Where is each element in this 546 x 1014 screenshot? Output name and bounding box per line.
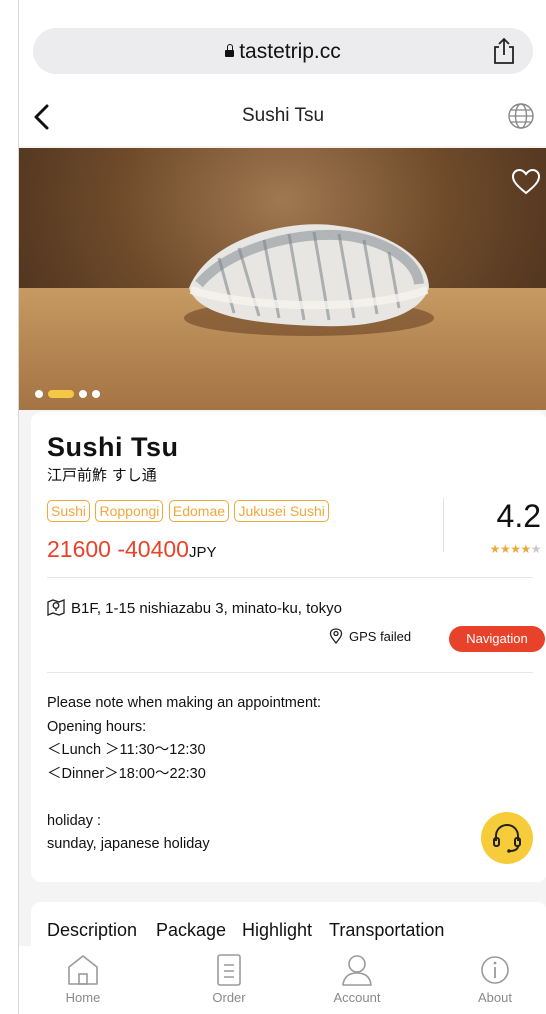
rating-score: 4.2 (496, 498, 541, 534)
info-line: ＜Dinner＞18:00〜22:30 (47, 765, 206, 782)
price-range: 21600 -40400JPY (47, 536, 216, 563)
page-title: Sushi Tsu (241, 105, 325, 126)
browser-toolbar: tastetrip.cc (19, 0, 546, 88)
carousel-dot[interactable] (79, 390, 87, 398)
carousel-dot-active[interactable] (48, 390, 74, 398)
star-filled-icon: ★ (520, 542, 531, 556)
star-filled-icon: ★ (510, 542, 521, 556)
tag-sushi[interactable]: Sushi (47, 500, 91, 522)
navigation-button[interactable]: Navigation (449, 626, 545, 652)
tag-list: Sushi Roppongi Edomae Jukusei Sushi (47, 500, 330, 522)
carousel-dot[interactable] (92, 390, 100, 398)
tag-roppongi[interactable]: Roppongi (95, 500, 164, 522)
price-currency: JPY (188, 544, 217, 561)
tab-package[interactable]: Package (156, 920, 226, 941)
rating-divider (443, 498, 444, 552)
info-line: sunday, japanese holiday (47, 836, 210, 852)
nav-account-label: Account (333, 990, 381, 1005)
address-text: B1F, 1-15 nishiazabu 3, minato-ku, tokyo (71, 600, 342, 617)
tab-description[interactable]: Description (47, 920, 137, 941)
restaurant-detail-card: Sushi Tsu 江戸前鮓 すし通 Sushi Roppongi Edomae… (31, 412, 546, 882)
page-header: Sushi Tsu (19, 88, 546, 146)
globe-icon[interactable] (507, 102, 535, 130)
carousel-dot[interactable] (35, 390, 43, 398)
order-icon (217, 954, 241, 986)
phone-screen: tastetrip.cc Sushi Tsu Sushi Tsu 江戸前鮓 すし… (18, 0, 546, 1014)
location-icon (329, 628, 343, 645)
hero-image-carousel[interactable] (19, 148, 546, 410)
info-line: holiday : (47, 812, 102, 829)
url-text: tastetrip.cc (239, 40, 341, 63)
info-line: ＜Lunch ＞11:30〜12:30 (47, 742, 206, 758)
nav-home-label: Home (65, 990, 101, 1005)
nav-home[interactable]: Home (43, 952, 123, 1005)
tab-transportation[interactable]: Transportation (329, 920, 444, 941)
favorite-heart-icon[interactable] (511, 168, 541, 196)
restaurant-name: Sushi Tsu (47, 432, 179, 462)
nav-about[interactable]: About (455, 952, 535, 1005)
tag-edomae[interactable]: Edomae (168, 500, 230, 522)
share-icon[interactable] (491, 37, 517, 65)
carousel-indicator (35, 390, 105, 398)
address-row[interactable]: B1F, 1-15 nishiazabu 3, minato-ku, tokyo (47, 598, 342, 617)
info-line: Opening hours: (47, 718, 147, 735)
info-line: Please note when making an appointment: (47, 695, 322, 711)
map-pin-icon (47, 599, 65, 616)
restaurant-native-name: 江戸前鮓 すし通 (47, 466, 157, 484)
lock-icon (225, 44, 235, 57)
nav-order-label: Order (212, 990, 246, 1005)
nav-order[interactable]: Order (189, 952, 269, 1005)
rating-stars: ★★★★★ (459, 542, 542, 556)
divider (47, 577, 533, 578)
about-icon (481, 956, 509, 984)
headset-icon (493, 823, 521, 853)
customer-support-button[interactable] (481, 812, 533, 864)
account-icon (342, 955, 372, 986)
divider (47, 672, 533, 673)
bottom-navigation: Home Order Account About (19, 946, 546, 1014)
star-filled-icon: ★ (489, 542, 501, 556)
gps-status: GPS failed (329, 628, 412, 645)
device-frame-edge (0, 0, 18, 1014)
home-icon (68, 955, 98, 985)
price-value: 21600 -40400 (47, 536, 189, 562)
sushi-photo (184, 224, 434, 336)
tab-highlight[interactable]: Highlight (242, 920, 312, 941)
tag-jukusei-sushi[interactable]: Jukusei Sushi (234, 500, 329, 522)
nav-account[interactable]: Account (317, 952, 397, 1005)
address-bar[interactable]: tastetrip.cc (33, 28, 533, 74)
opening-info: Please note when making an appointment: … (47, 692, 321, 857)
url-display[interactable]: tastetrip.cc (33, 40, 533, 64)
gps-status-text: GPS failed (349, 629, 412, 644)
info-line (47, 786, 321, 810)
star-filled-icon: ★ (499, 542, 511, 556)
star-empty-icon: ★ (530, 542, 542, 556)
nav-about-label: About (478, 990, 512, 1005)
